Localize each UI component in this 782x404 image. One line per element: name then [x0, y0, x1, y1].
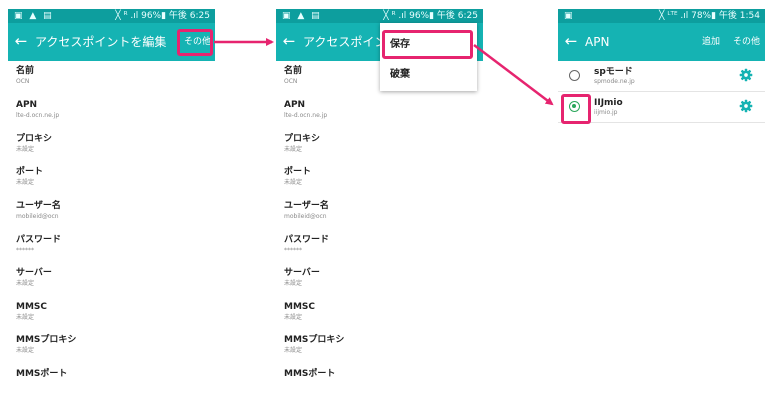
- arrow-to-screen3: [473, 44, 554, 106]
- annotation-arrows: [214, 38, 554, 106]
